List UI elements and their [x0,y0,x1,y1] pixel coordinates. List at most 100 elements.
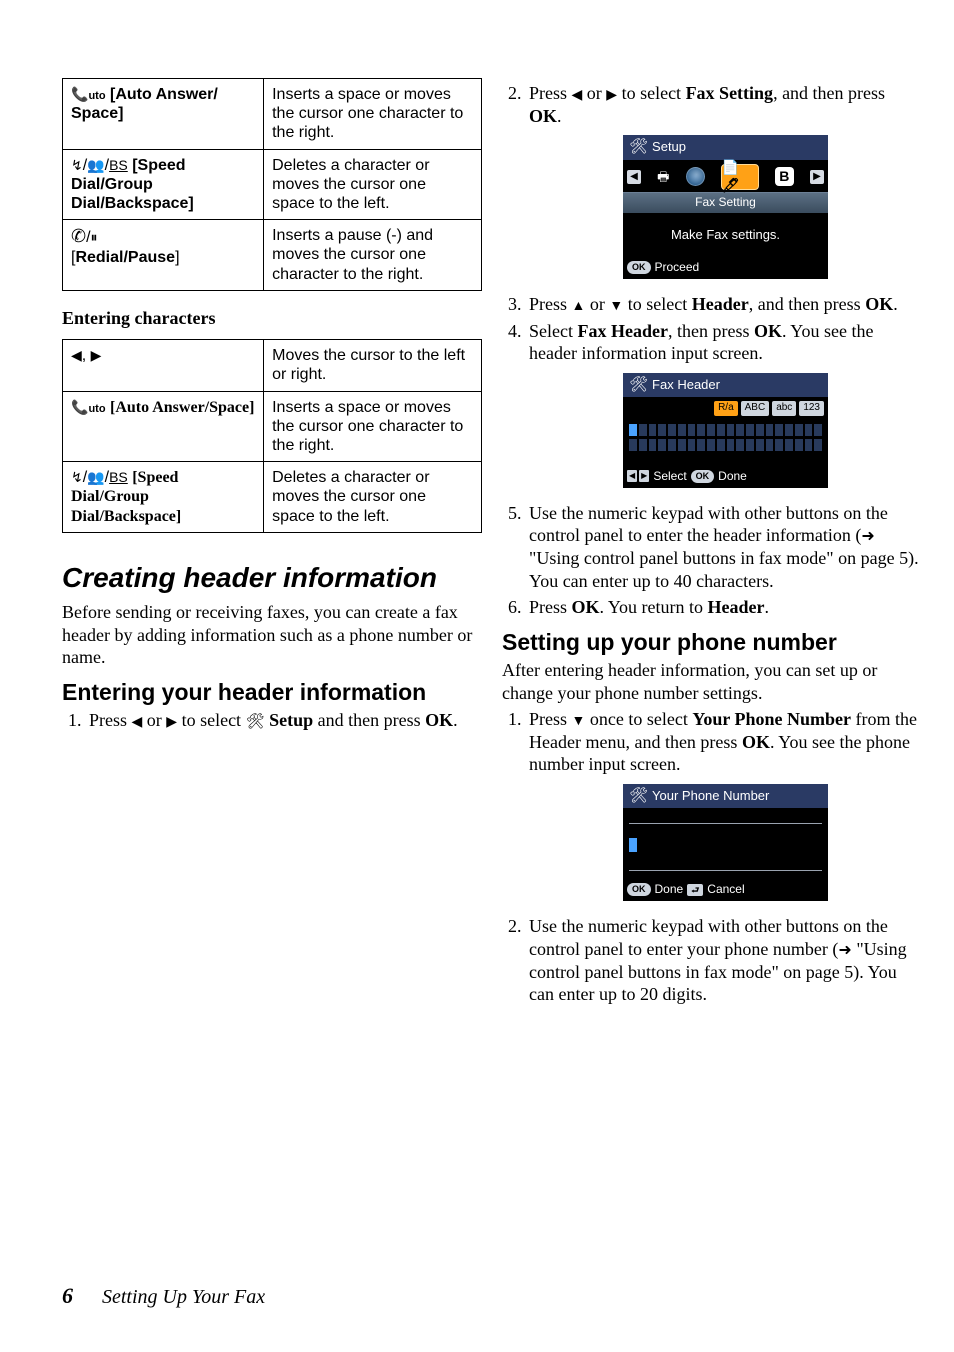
lcd-fax-header-title: Fax Header [652,377,720,393]
left-right-arrow-cell: , [63,340,264,391]
speed-dial-icon: ↯ [71,157,83,173]
left-column: uto [Auto Answer/ Space] Inserts a space… [62,78,482,1010]
right-step-6: Press OK. You return to Header. [526,596,922,619]
table-row: ↯/👥/BS [Speed Dial/Group Dial/Backspace]… [63,462,482,533]
lcd-your-phone-number-title: Your Phone Number [652,788,769,804]
right-steps-b: Press once to select Your Phone Number f… [502,708,922,1006]
speed-dial-backspace-cell-2: ↯/👥/BS [Speed Dial/Group Dial/Backspace] [63,462,264,533]
right-step-5: Use the numeric keypad with other button… [526,502,922,593]
left-arrow-icon [71,346,82,365]
right-p-step-2: Use the numeric keypad with other button… [526,915,922,1006]
group-dial-icon: 👥 [87,157,104,173]
auto-answer-icon [71,85,88,104]
right-step-3: Press or to select Header, and then pres… [526,293,922,316]
lcd-foot: OK Proceed [623,257,828,279]
fax-settings-icon: 📄 🖋 [721,164,759,190]
auto-answer-space-cell: uto [Auto Answer/ Space] [63,79,264,150]
wrench-icon [629,376,648,395]
lcd-foot-done: Done [655,882,684,897]
auto-answer-space-desc: Inserts a space or moves the cursor one … [264,79,482,150]
lcd-fax-header-screen: Fax Header R/a ABC abc 123 [623,373,828,488]
table-row: uto [Auto Answer/ Space] Inserts a space… [63,79,482,150]
lcd-title-row: Fax Header [623,373,828,398]
lcd-foot-done: Done [718,469,747,484]
page-footer: 6 Setting Up Your Fax [62,1282,265,1310]
auto-answer-space-cell-2: uto [Auto Answer/Space] [63,391,264,462]
lcd-title-row: Your Phone Number [623,784,828,809]
key-table-2: , Moves the cursor to the left or right.… [62,339,482,533]
wrench-icon [246,709,265,732]
creating-header-info-para: Before sending or receiving faxes, you c… [62,601,482,669]
auto-answer-space-desc-2: Inserts a space or moves the cursor one … [264,391,482,462]
mode-pill-ra: R/a [714,401,738,416]
left-steps: Press or to select Setup and then press … [62,709,482,732]
down-arrow-icon [572,708,586,731]
left-right-arrow-desc: Moves the cursor to the left or right. [264,340,482,391]
right-column: Press or to select Fax Setting, and then… [502,78,922,1010]
lcd-setup-screen: Setup ◀ 🖶 📄 🖋 B ▶ Fax Setting Make Fax s… [623,135,828,279]
pause-icon [91,228,98,247]
ok-pill-icon: OK [691,470,715,483]
globe-icon [686,167,705,186]
table-row: , Moves the cursor to the left or right. [63,340,482,391]
footer-title: Setting Up Your Fax [102,1286,265,1308]
page-number: 6 [62,1283,73,1308]
lcd-setup-title: Setup [652,139,686,155]
right-p-step-1: Press once to select Your Phone Number f… [526,708,922,901]
printer-icon: 🖶 [657,166,669,188]
bluetooth-icon: B [775,167,794,186]
up-arrow-icon [572,293,586,316]
speed-dial-icon: ↯ [71,469,83,485]
redial-icon [71,226,86,248]
mode-pill-abc-lower: abc [772,401,796,416]
lcd-your-phone-number-screen: Your Phone Number OK Done ⮐ [623,784,828,902]
left-arrow-icon [132,709,143,732]
ok-pill-icon: OK [627,883,651,896]
entering-characters-heading: Entering characters [62,307,482,330]
lcd-pill-row: R/a ABC abc 123 [623,397,828,418]
creating-header-info-heading: Creating header information [62,563,482,594]
back-key-icon: ⮐ [687,884,703,896]
group-dial-icon: 👥 [87,469,104,485]
left-step-1: Press or to select Setup and then press … [86,709,482,732]
left-arrow-icon [572,82,583,105]
ok-pill-icon: OK [627,261,651,274]
lcd-foot-select: Select [653,469,686,484]
right-steps-a: Press or to select Fax Setting, and then… [502,82,922,619]
right-arrow-icon [606,82,617,105]
table-row: ↯/👥/BS [Speed Dial/Group Dial/Backspace]… [63,149,482,220]
redial-pause-desc: Inserts a pause (-) and moves the cursor… [264,220,482,291]
lcd-icon-row: ◀ 🖶 📄 🖋 B ▶ [623,160,828,192]
lcd-input-fields [623,808,828,879]
page: uto [Auto Answer/ Space] Inserts a space… [0,0,954,1352]
auto-answer-space-label-2: [Auto Answer/Space] [110,399,254,416]
lcd-title-row: Setup [623,135,828,160]
link-arrow-icon [838,938,851,961]
lcd-foot: OK Done ⮐ Cancel [623,879,828,901]
link-arrow-icon [861,524,874,547]
backspace-icon: BS [109,469,128,485]
down-arrow-icon [609,293,623,316]
nav-pair-icon: ◀▶ [627,470,649,482]
right-step-4: Select Fax Header, then press OK. You se… [526,320,922,488]
speed-dial-backspace-desc-2: Deletes a character or moves the cursor … [264,462,482,533]
backspace-icon: BS [109,157,128,173]
lcd-input-fields [623,418,828,466]
lcd-foot-cancel: Cancel [707,882,744,897]
lcd-foot: ◀▶ Select OK Done [623,466,828,488]
cursor-block-icon [629,838,637,852]
lcd-caption: Fax Setting [623,192,828,213]
right-step-2: Press or to select Fax Setting, and then… [526,82,922,279]
redial-pause-label: Redial/Pause [75,249,175,266]
auto-answer-icon [71,398,88,417]
speed-dial-backspace-cell: ↯/👥/BS [Speed Dial/Group Dial/Backspace] [63,149,264,220]
table-row: / [Redial/Pause] Inserts a pause (-) and… [63,220,482,291]
cursor-block-icon [629,424,637,436]
right-arrow-icon [166,709,177,732]
wrench-icon [629,138,648,157]
key-table-1: uto [Auto Answer/ Space] Inserts a space… [62,78,482,291]
speed-dial-backspace-desc: Deletes a character or moves the cursor … [264,149,482,220]
nav-right-icon: ▶ [810,170,824,184]
right-arrow-icon [91,346,102,365]
mode-pill-abc-upper: ABC [741,401,770,416]
